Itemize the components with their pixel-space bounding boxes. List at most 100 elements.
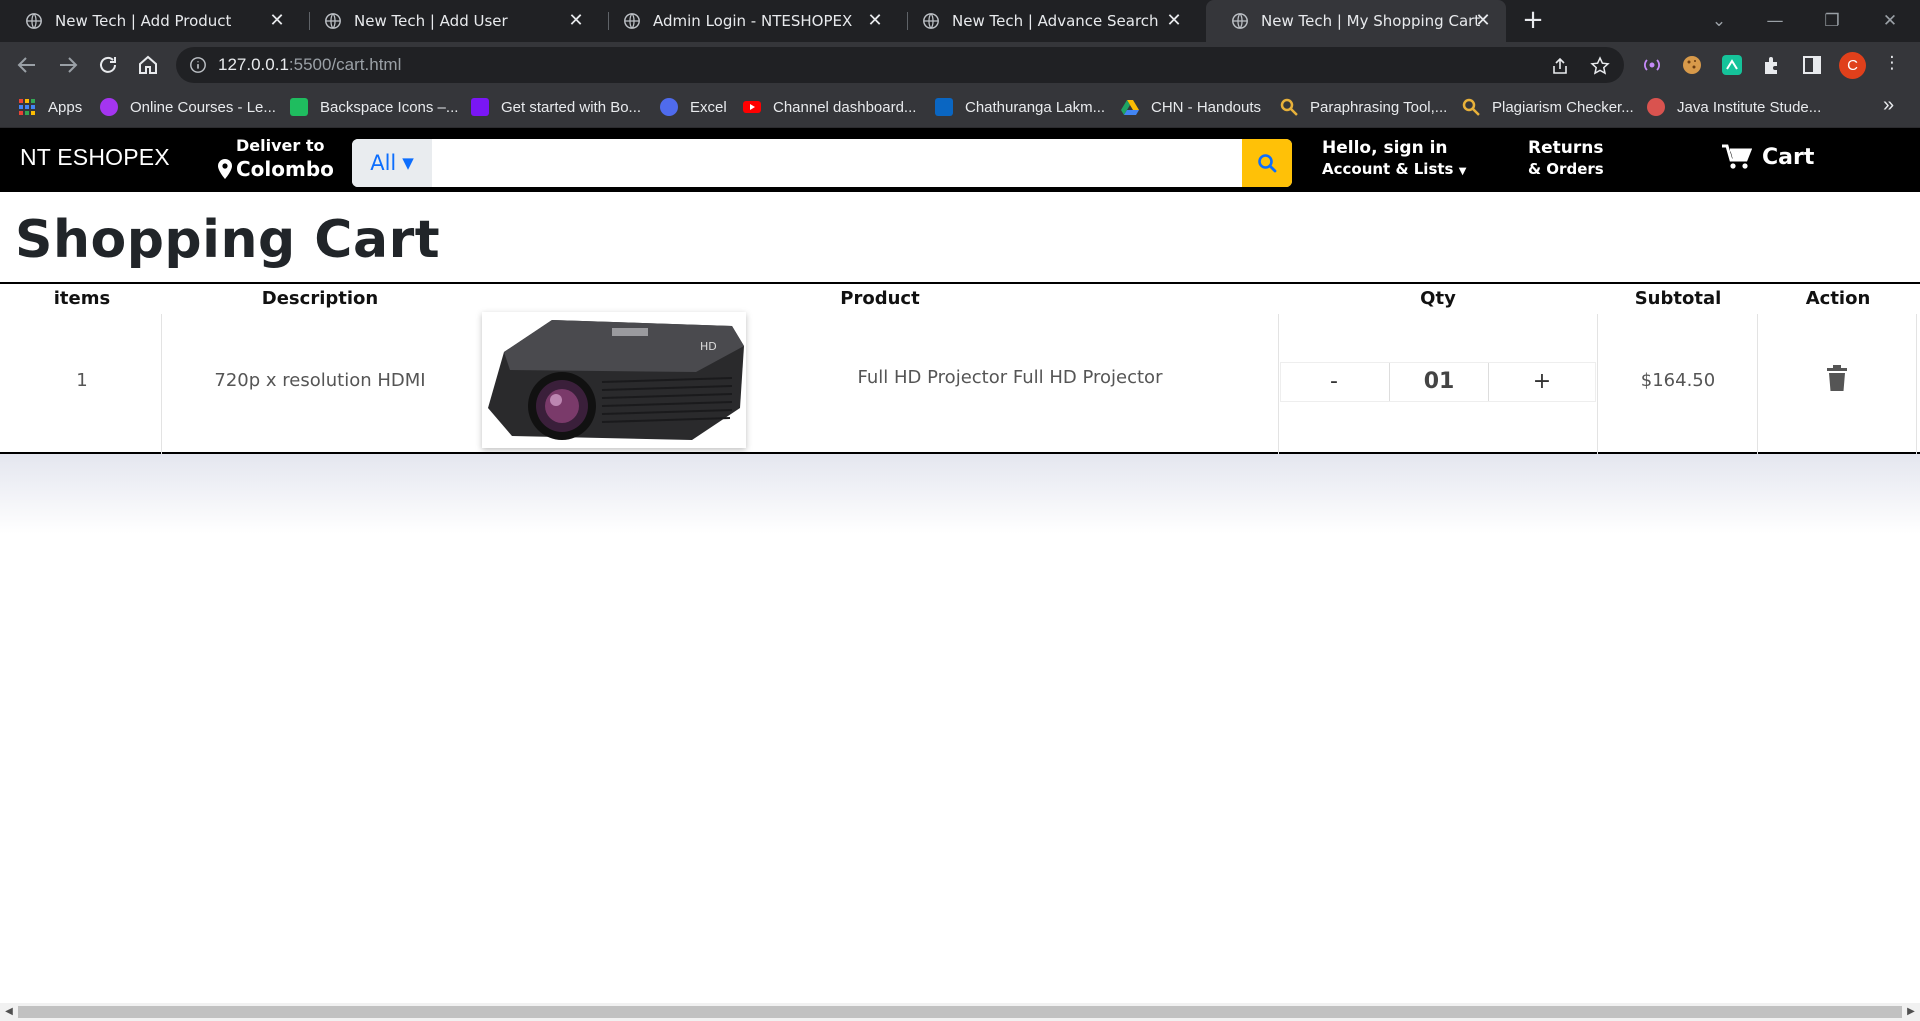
close-tab-icon[interactable]: ✕ (268, 12, 286, 30)
tab-admin-login[interactable]: Admin Login - NTESHOPEX ✕ (598, 0, 898, 42)
bookmark-java-institute[interactable]: Java Institute Stude... (1647, 98, 1821, 116)
bookmark-plagiarism-checker[interactable]: Plagiarism Checker... (1462, 98, 1634, 116)
globe-icon (26, 13, 42, 29)
tab-add-user[interactable]: New Tech | Add User ✕ (299, 0, 599, 42)
url-host: 127.0.0.1 (218, 55, 289, 74)
search-category-dropdown[interactable]: All ▼ (352, 139, 432, 187)
tab-shopping-cart[interactable]: New Tech | My Shopping Cart ✕ (1206, 0, 1506, 42)
map-pin-icon (218, 159, 232, 179)
table-shadow (0, 454, 1920, 534)
tab-title: New Tech | Add User (354, 12, 508, 30)
scroll-left-arrow-icon[interactable]: ◀ (1, 1004, 17, 1020)
horizontal-scrollbar[interactable]: ◀ ▶ (0, 1003, 1920, 1021)
cookie-extension-icon[interactable] (1681, 54, 1703, 76)
site-header: NT ESHOPEX Deliver to Colombo All ▼ Hell… (0, 128, 1920, 192)
bookmark-label: Paraphrasing Tool,... (1310, 98, 1448, 116)
returns-orders-link[interactable]: Returns & Orders (1528, 138, 1604, 178)
apps-grid-icon (19, 99, 35, 115)
linkedin-icon (935, 98, 953, 116)
close-tab-icon[interactable]: ✕ (866, 12, 884, 30)
bookmark-linkedin[interactable]: Chathuranga Lakm... (935, 98, 1105, 116)
tab-advance-search[interactable]: New Tech | Advance Search ✕ (897, 0, 1197, 42)
bookmark-label: Chathuranga Lakm... (965, 98, 1106, 116)
puzzle-extensions-icon[interactable] (1761, 54, 1783, 76)
bookmark-channel-dashboard[interactable]: Channel dashboard... (743, 98, 916, 116)
site-info-icon[interactable] (189, 56, 207, 74)
close-tab-icon[interactable]: ✕ (1165, 12, 1183, 30)
column-divider (1916, 314, 1917, 454)
search-input[interactable] (432, 139, 1244, 187)
account-menu[interactable]: Hello, sign in Account & Lists ▼ (1322, 138, 1466, 178)
quantity-value[interactable]: 01 (1389, 363, 1489, 401)
minimize-window-button[interactable]: — (1761, 8, 1789, 34)
globe-icon (923, 13, 939, 29)
column-divider (161, 314, 162, 454)
bookmark-excel[interactable]: Excel (660, 98, 727, 116)
decrease-qty-button[interactable]: - (1281, 363, 1387, 401)
share-icon[interactable] (1550, 56, 1570, 76)
bookmark-bootstrap[interactable]: Get started with Bo... (471, 98, 641, 116)
column-header-items: items (53, 288, 111, 309)
trash-icon[interactable] (1826, 365, 1848, 391)
cart-table: items Description Product Qty Subtotal A… (0, 282, 1920, 454)
globe-icon (624, 13, 640, 29)
bookmark-paraphrasing-tool[interactable]: Paraphrasing Tool,... (1280, 98, 1447, 116)
close-tab-icon[interactable]: ✕ (1474, 12, 1492, 30)
deliver-label: Deliver to (236, 136, 325, 155)
returns-label: Returns (1528, 138, 1604, 158)
address-bar[interactable]: 127.0.0.1:5500/cart.html (176, 47, 1624, 83)
restore-window-button[interactable]: ❐ (1818, 8, 1846, 34)
browser-toolbar: 127.0.0.1:5500/cart.html C ⋮ (0, 42, 1920, 88)
backspace-icons-icon (290, 98, 308, 116)
bookmark-apps[interactable]: Apps (18, 98, 82, 116)
bookmark-backspace-icons[interactable]: Backspace Icons –... (290, 98, 458, 116)
scrollbar-thumb[interactable] (18, 1006, 1902, 1018)
page-title: Shopping Cart (15, 210, 441, 270)
bookmark-label: Online Courses - Le... (130, 98, 276, 116)
new-tab-button[interactable]: + (1520, 7, 1546, 34)
magnifier-icon (1462, 98, 1480, 116)
tab-search-chevron-icon[interactable]: ⌄ (1705, 8, 1733, 34)
deliver-to-location[interactable]: Deliver to Colombo (218, 136, 334, 181)
cart-link[interactable]: Cart (1722, 144, 1814, 170)
close-tab-icon[interactable]: ✕ (567, 12, 585, 30)
site-logo[interactable]: NT ESHOPEX (20, 144, 170, 171)
deliver-location: Colombo (236, 157, 334, 181)
column-divider (1278, 314, 1279, 454)
extension-radio-icon[interactable] (1641, 54, 1663, 76)
excel-icon (660, 98, 678, 116)
increase-qty-button[interactable]: + (1489, 363, 1595, 401)
close-window-button[interactable]: ✕ (1876, 8, 1904, 34)
profile-avatar[interactable]: C (1839, 52, 1866, 79)
column-header-qty: Qty (1420, 288, 1456, 309)
bookmark-label: Channel dashboard... (773, 98, 917, 116)
bookmark-label: Java Institute Stude... (1677, 98, 1822, 116)
bookmark-label: Backspace Icons –... (320, 98, 459, 116)
grammar-extension-icon[interactable] (1721, 54, 1743, 76)
back-arrow-icon[interactable] (15, 53, 39, 77)
bookmark-label: Get started with Bo... (501, 98, 642, 116)
url-path: :5500/cart.html (288, 55, 402, 74)
side-panel-icon[interactable] (1801, 54, 1823, 76)
globe-icon (1232, 13, 1248, 29)
forward-arrow-icon[interactable] (56, 53, 80, 77)
bookmark-label: Plagiarism Checker... (1492, 98, 1634, 116)
tab-add-product[interactable]: New Tech | Add Product ✕ (0, 0, 300, 42)
caret-down-icon: ▼ (402, 154, 414, 172)
cart-item-number: 1 (76, 370, 88, 391)
bookmark-star-icon[interactable] (1590, 56, 1610, 76)
more-bookmarks-chevron-icon[interactable]: » (1883, 94, 1894, 117)
bookmark-chn-handouts[interactable]: CHN - Handouts (1121, 98, 1261, 116)
bookmark-online-courses[interactable]: Online Courses - Le... (100, 98, 276, 116)
reload-icon[interactable] (96, 53, 120, 77)
search-category-value: All (370, 151, 397, 175)
home-icon[interactable] (136, 53, 160, 77)
projector-image: HD (482, 312, 746, 448)
search-button[interactable] (1242, 139, 1292, 187)
browser-menu-icon[interactable]: ⋮ (1878, 50, 1906, 76)
globe-icon (325, 13, 341, 29)
bookmarks-bar: Apps Online Courses - Le... Backspace Ic… (0, 88, 1920, 128)
column-header-product: Product (840, 288, 920, 309)
tab-title: New Tech | Advance Search (952, 12, 1159, 30)
scroll-right-arrow-icon[interactable]: ▶ (1903, 1004, 1919, 1020)
